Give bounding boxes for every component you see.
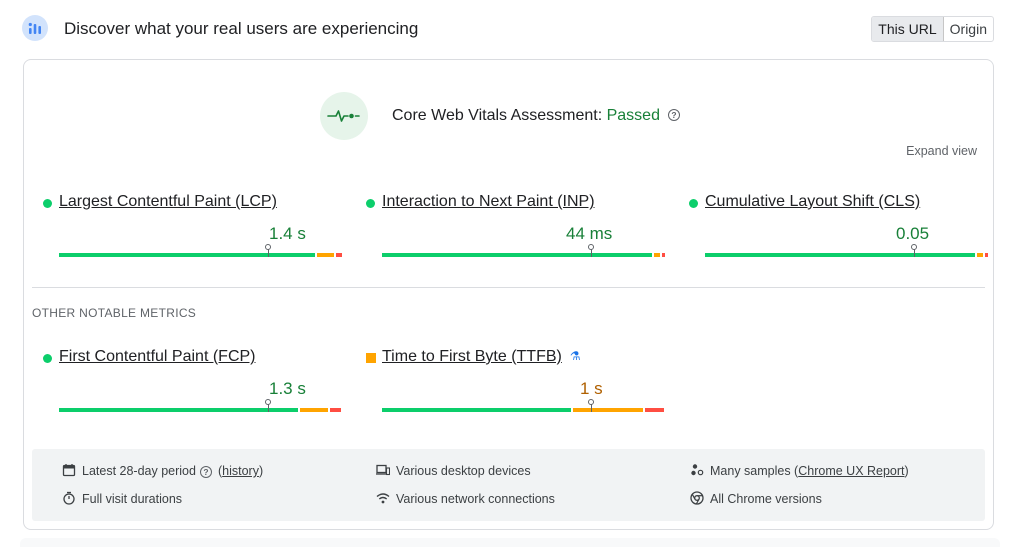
good-segment <box>705 253 975 257</box>
info-durations-text: Full visit durations <box>82 492 183 506</box>
info-period-text: Latest 28-day period <box>82 464 196 478</box>
needs-improvement-segment <box>317 253 334 257</box>
distribution-bar-fcp <box>59 399 341 412</box>
data-info-panel: Latest 28-day period? (history) Full visi… <box>32 449 985 521</box>
p75-marker <box>588 399 594 412</box>
flask-icon[interactable]: ⚗ <box>570 349 581 363</box>
other-metrics-heading: OTHER NOTABLE METRICS <box>32 306 197 320</box>
assessment-badge <box>320 92 368 140</box>
distribution-bar-ttfb <box>382 399 664 412</box>
scope-toggle: This URL Origin <box>871 16 994 42</box>
metric-lcp: Largest Contentful Paint (LCP) 1.4 s <box>43 193 343 263</box>
poor-segment <box>662 253 665 257</box>
metric-label-lcp[interactable]: Largest Contentful Paint (LCP) <box>59 193 277 211</box>
expand-view-link[interactable]: Expand view <box>906 144 977 158</box>
metric-value-fcp: 1.3 s <box>269 379 306 398</box>
tab-this-url[interactable]: This URL <box>872 17 944 41</box>
good-status-dot <box>43 199 52 208</box>
next-section-edge <box>20 538 1000 547</box>
info-samples-suffix: ) <box>904 464 909 478</box>
page-title: Discover what your real users are experi… <box>64 19 419 38</box>
needs-improvement-status-square <box>366 353 376 363</box>
good-status-dot <box>366 199 375 208</box>
history-link[interactable]: history <box>222 464 259 478</box>
stopwatch-icon <box>63 491 75 505</box>
metric-label-cls[interactable]: Cumulative Layout Shift (CLS) <box>705 193 920 211</box>
section-divider <box>32 287 985 288</box>
distribution-bar-inp <box>382 244 665 257</box>
good-status-dot <box>689 199 698 208</box>
distribution-bar-cls <box>705 244 988 257</box>
metric-inp: Interaction to Next Paint (INP) 44 ms <box>366 193 666 263</box>
samples-icon <box>691 464 704 476</box>
good-segment <box>382 408 571 412</box>
field-data-card: Core Web Vitals Assessment: Passed? Expa… <box>23 59 994 530</box>
tab-origin[interactable]: Origin <box>944 17 993 41</box>
info-samples-prefix: Many samples ( <box>710 464 799 478</box>
metric-cls: Cumulative Layout Shift (CLS) 0.05 <box>689 193 989 263</box>
p75-marker <box>911 244 917 257</box>
p75-marker <box>265 399 271 412</box>
distribution-bar-lcp <box>59 244 342 257</box>
chrome-ux-report-link[interactable]: Chrome UX Report <box>798 464 904 478</box>
poor-segment <box>985 253 988 257</box>
good-segment <box>59 253 315 257</box>
p75-marker <box>265 244 271 257</box>
needs-improvement-segment <box>573 408 643 412</box>
good-segment <box>59 408 298 412</box>
page-header: Discover what your real users are experi… <box>22 13 994 45</box>
devices-icon <box>376 464 390 476</box>
poor-segment <box>336 253 342 257</box>
metric-value-cls: 0.05 <box>896 224 930 243</box>
poor-segment <box>645 408 664 412</box>
metric-label-ttfb[interactable]: Time to First Byte (TTFB) ⚗ <box>382 348 581 366</box>
p75-marker <box>588 244 594 257</box>
assessment-label: Core Web Vitals Assessment: <box>392 107 607 124</box>
metric-value-inp: 44 ms <box>566 224 613 243</box>
needs-improvement-segment <box>300 408 328 412</box>
help-icon[interactable]: ? <box>667 108 680 121</box>
metric-ttfb: Time to First Byte (TTFB) ⚗ 1 s <box>366 348 666 418</box>
help-icon[interactable]: ? <box>199 465 212 478</box>
metric-fcp: First Contentful Paint (FCP) 1.3 s <box>43 348 343 418</box>
metric-label-ttfb-text: Time to First Byte (TTFB) <box>382 348 562 365</box>
pulse-icon <box>327 110 360 122</box>
metric-value-ttfb: 1 s <box>580 379 603 398</box>
calendar-icon <box>62 464 76 477</box>
wifi-icon <box>376 493 390 504</box>
info-versions-text: All Chrome versions <box>710 492 822 506</box>
needs-improvement-segment <box>977 253 983 257</box>
good-status-dot <box>43 354 52 363</box>
metric-value-lcp: 1.4 s <box>269 224 306 243</box>
crux-logo-icon <box>22 15 48 41</box>
chrome-icon <box>690 491 704 505</box>
needs-improvement-segment <box>654 253 660 257</box>
good-segment <box>382 253 652 257</box>
assessment-text: Core Web Vitals Assessment: Passed? <box>392 107 680 125</box>
poor-segment <box>330 408 341 412</box>
metric-label-inp[interactable]: Interaction to Next Paint (INP) <box>382 193 595 211</box>
info-network-text: Various network connections <box>396 492 555 506</box>
metric-label-fcp[interactable]: First Contentful Paint (FCP) <box>59 348 256 366</box>
info-devices-text: Various desktop devices <box>396 464 531 478</box>
assessment-status: Passed <box>606 107 660 124</box>
